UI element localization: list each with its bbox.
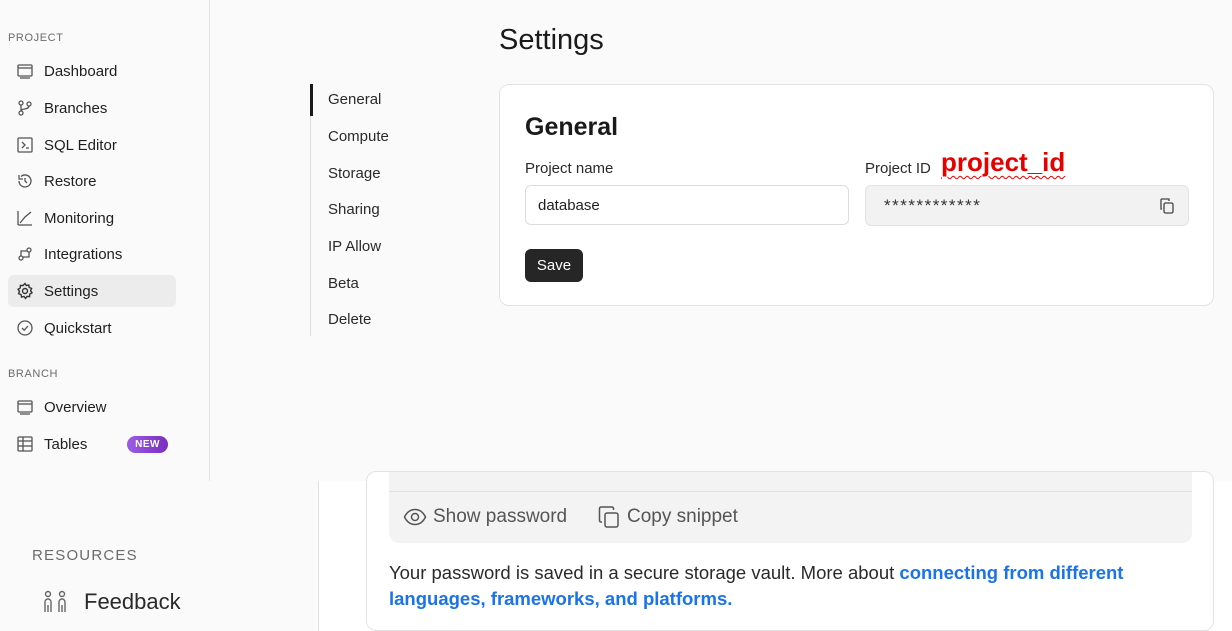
project-id-masked-value: ************ [884, 195, 982, 215]
gear-icon [16, 282, 34, 300]
copy-snippet-button[interactable]: Copy snippet [597, 505, 738, 529]
sidebar-item-label: Overview [44, 398, 107, 416]
sidebar-item-settings[interactable]: Settings [8, 275, 176, 307]
tab-ip-allow[interactable]: IP Allow [328, 238, 381, 255]
project-id-field: ************ [865, 185, 1189, 226]
tab-general[interactable]: General [328, 91, 381, 108]
page-title: Settings [499, 24, 604, 56]
show-password-button[interactable]: Show password [403, 505, 567, 529]
resources-panel: RESOURCES Feedback [0, 481, 319, 631]
show-password-label: Show password [433, 506, 568, 527]
check-circle-icon [16, 319, 34, 337]
copy-snippet-label: Copy snippet [627, 506, 738, 527]
sidebar: PROJECT Dashboard Branches SQL Editor Re… [0, 0, 210, 481]
sidebar-item-quickstart[interactable]: Quickstart [8, 312, 176, 344]
feedback-label: Feedback [84, 589, 181, 614]
vault-text: Your password is saved in a secure stora… [389, 562, 900, 583]
connection-card: Show password Copy snippet Your password… [366, 471, 1214, 631]
project-id-label: Project ID [865, 160, 931, 177]
settings-sub-nav: General Compute Storage Sharing IP Allow… [310, 84, 460, 336]
monitoring-icon [16, 209, 34, 227]
sidebar-item-label: Restore [44, 172, 97, 190]
sidebar-item-label: Quickstart [44, 319, 112, 337]
sidebar-item-label: Tables [44, 435, 88, 453]
restore-icon [16, 172, 34, 190]
sidebar-item-branches[interactable]: Branches [8, 92, 176, 124]
sidebar-item-label: Integrations [44, 245, 123, 263]
sidebar-item-label: Settings [44, 282, 99, 300]
new-badge: NEW [127, 435, 168, 453]
sidebar-item-integrations[interactable]: Integrations [8, 238, 176, 270]
tab-storage[interactable]: Storage [328, 165, 381, 182]
vault-description: Your password is saved in a secure stora… [389, 560, 1169, 612]
feedback-link[interactable]: Feedback [42, 589, 181, 615]
project-section-label: PROJECT [8, 32, 64, 44]
project-name-input[interactable] [525, 185, 849, 225]
sidebar-item-dashboard[interactable]: Dashboard [8, 55, 176, 87]
tab-sharing[interactable]: Sharing [328, 201, 380, 218]
dashboard-icon [16, 62, 34, 80]
password-actions-bar: Show password Copy snippet [389, 472, 1192, 543]
integrations-icon [16, 245, 34, 263]
card-title: General [525, 113, 619, 141]
sidebar-item-monitoring[interactable]: Monitoring [8, 202, 176, 234]
bottom-region: RESOURCES Feedback Show password Copy sn… [0, 471, 1232, 631]
sidebar-item-tables[interactable]: Tables NEW [8, 428, 176, 460]
app-window: PROJECT Dashboard Branches SQL Editor Re… [0, 0, 1232, 481]
active-indicator [310, 84, 313, 116]
general-settings-card: General Project name Project ID project_… [499, 84, 1214, 306]
tab-beta[interactable]: Beta [328, 275, 359, 292]
resources-label: RESOURCES [32, 547, 138, 564]
sidebar-item-restore[interactable]: Restore [8, 165, 176, 197]
sidebar-item-label: Branches [44, 99, 108, 117]
sidebar-item-sql-editor[interactable]: SQL Editor [8, 129, 176, 161]
copy-icon[interactable] [1158, 197, 1176, 215]
sql-editor-icon [16, 136, 34, 154]
copy-icon [598, 506, 619, 528]
divider [389, 491, 1192, 492]
branches-icon [16, 99, 34, 117]
eye-icon [403, 508, 427, 526]
table-icon [16, 435, 34, 453]
branch-section-label: BRANCH [8, 368, 59, 380]
sidebar-item-overview[interactable]: Overview [8, 391, 176, 423]
project-name-label: Project name [525, 160, 614, 177]
people-icon [44, 590, 66, 612]
sidebar-item-label: Monitoring [44, 209, 115, 227]
tab-delete[interactable]: Delete [328, 311, 371, 328]
sidebar-item-label: Dashboard [44, 62, 118, 80]
tab-compute[interactable]: Compute [328, 128, 389, 145]
project-id-annotation: project_id [941, 147, 1066, 177]
overview-icon [16, 398, 34, 416]
save-button[interactable]: Save [525, 249, 583, 282]
sidebar-item-label: SQL Editor [44, 136, 117, 154]
